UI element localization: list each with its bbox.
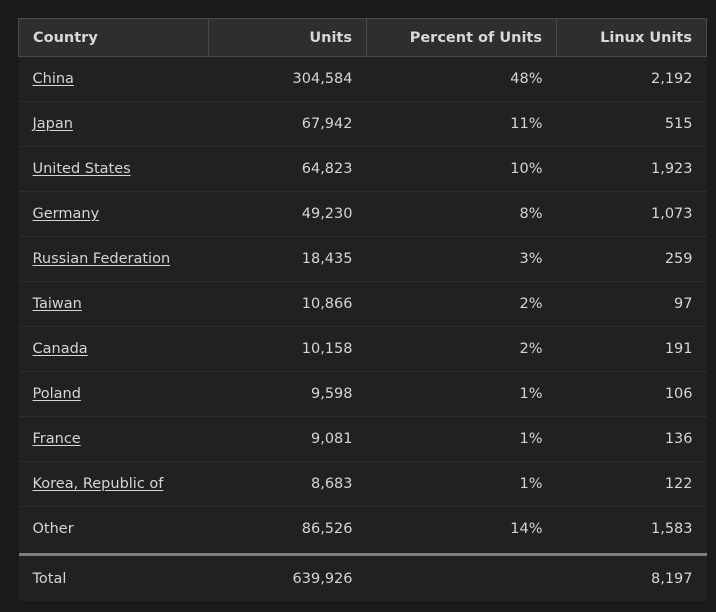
cell-units: 18,435 (208, 236, 367, 282)
cell-country: Taiwan (18, 281, 209, 327)
column-header-percent-of-units[interactable]: Percent of Units (366, 18, 557, 57)
country-link[interactable]: Taiwan (33, 296, 82, 312)
country-link[interactable]: Japan (33, 116, 73, 132)
table-row: Russian Federation 18,435 3% 259 (18, 236, 707, 282)
country-link[interactable]: China (33, 71, 74, 87)
country-link[interactable]: Poland (33, 386, 81, 402)
cell-country: Canada (18, 326, 209, 372)
cell-total-label: Total (18, 556, 209, 601)
cell-total-units: 639,926 (208, 556, 367, 601)
page-container: Country Units Percent of Units Linux Uni… (0, 0, 716, 612)
country-link[interactable]: Russian Federation (33, 251, 171, 267)
column-header-country[interactable]: Country (18, 18, 209, 57)
cell-units: 10,866 (208, 281, 367, 327)
cell-country: Korea, Republic of (18, 461, 209, 507)
cell-country: United States (18, 146, 209, 192)
cell-units: 304,584 (208, 56, 367, 102)
cell-linux-units: 1,073 (556, 191, 707, 237)
cell-linux-units: 191 (556, 326, 707, 372)
cell-country: Russian Federation (18, 236, 209, 282)
cell-country: Germany (18, 191, 209, 237)
cell-linux-units: 259 (556, 236, 707, 282)
table-row: China 304,584 48% 2,192 (18, 56, 707, 102)
cell-percent-of-units: 2% (366, 281, 557, 327)
cell-country: Poland (18, 371, 209, 417)
cell-percent-of-units: 14% (366, 506, 557, 552)
cell-country: Japan (18, 101, 209, 147)
cell-linux-units: 1,583 (556, 506, 707, 552)
country-link[interactable]: Korea, Republic of (33, 476, 164, 492)
table-header: Country Units Percent of Units Linux Uni… (18, 18, 707, 57)
cell-linux-units: 106 (556, 371, 707, 417)
table-body: China 304,584 48% 2,192 Japan 67,942 11% 515 Uni… (18, 56, 707, 601)
cell-country: China (18, 56, 209, 102)
cell-linux-units: 2,192 (556, 56, 707, 102)
cell-percent-of-units: 3% (366, 236, 557, 282)
cell-units: 49,230 (208, 191, 367, 237)
country-units-table: Country Units Percent of Units Linux Uni… (18, 18, 707, 601)
table-row: Canada 10,158 2% 191 (18, 326, 707, 372)
cell-percent-of-units: 11% (366, 101, 557, 147)
cell-units: 86,526 (208, 506, 367, 552)
cell-country: France (18, 416, 209, 462)
table-row: France 9,081 1% 136 (18, 416, 707, 462)
cell-units: 10,158 (208, 326, 367, 372)
cell-linux-units: 515 (556, 101, 707, 147)
country-link[interactable]: Canada (33, 341, 88, 357)
table-row: Poland 9,598 1% 106 (18, 371, 707, 417)
country-link[interactable]: United States (33, 161, 131, 177)
cell-units: 67,942 (208, 101, 367, 147)
cell-country: Other (18, 506, 209, 552)
cell-units: 9,598 (208, 371, 367, 417)
cell-percent-of-units: 48% (366, 56, 557, 102)
total-row: Total 639,926 8,197 (18, 556, 707, 601)
table-row: Korea, Republic of 8,683 1% 122 (18, 461, 707, 507)
cell-total-linux-units: 8,197 (556, 556, 707, 601)
cell-percent-of-units: 1% (366, 371, 557, 417)
table-row: Taiwan 10,866 2% 97 (18, 281, 707, 327)
cell-linux-units: 136 (556, 416, 707, 462)
cell-total-percent (366, 556, 557, 601)
table-row: United States 64,823 10% 1,923 (18, 146, 707, 192)
cell-percent-of-units: 8% (366, 191, 557, 237)
column-header-linux-units[interactable]: Linux Units (556, 18, 707, 57)
cell-linux-units: 1,923 (556, 146, 707, 192)
cell-units: 64,823 (208, 146, 367, 192)
table-header-row: Country Units Percent of Units Linux Uni… (18, 18, 707, 57)
cell-percent-of-units: 10% (366, 146, 557, 192)
cell-percent-of-units: 2% (366, 326, 557, 372)
cell-linux-units: 122 (556, 461, 707, 507)
country-link[interactable]: France (33, 431, 81, 447)
column-header-units[interactable]: Units (208, 18, 367, 57)
table-row: Japan 67,942 11% 515 (18, 101, 707, 147)
country-link[interactable]: Germany (33, 206, 100, 222)
cell-units: 9,081 (208, 416, 367, 462)
table-row: Other 86,526 14% 1,583 (18, 506, 707, 552)
cell-units: 8,683 (208, 461, 367, 507)
cell-percent-of-units: 1% (366, 461, 557, 507)
cell-linux-units: 97 (556, 281, 707, 327)
table-row: Germany 49,230 8% 1,073 (18, 191, 707, 237)
cell-percent-of-units: 1% (366, 416, 557, 462)
